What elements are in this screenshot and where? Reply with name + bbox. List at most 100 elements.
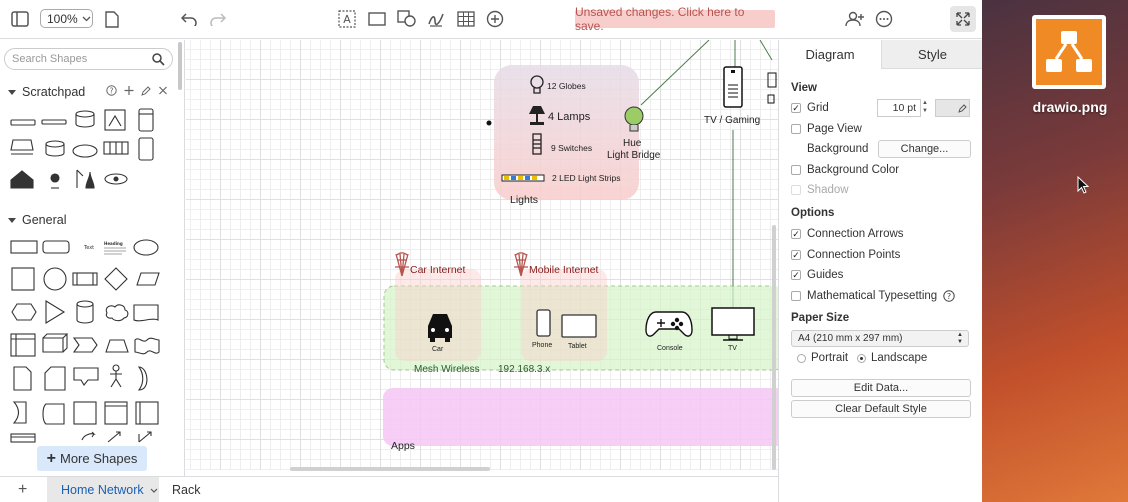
connection-points-label: Connection Points xyxy=(807,249,901,261)
toolbar: 100% A Unsaved changes. Click here to sa… xyxy=(0,0,982,39)
search-shapes-input[interactable]: Search Shapes xyxy=(4,48,173,70)
chevron-down-icon[interactable] xyxy=(150,488,158,493)
lights-group-label: Lights xyxy=(510,194,539,206)
search-placeholder: Search Shapes xyxy=(12,53,88,65)
mouse-cursor-icon xyxy=(1077,176,1089,194)
tab-diagram[interactable]: Diagram xyxy=(779,40,881,69)
scratchpad-shapes[interactable] xyxy=(8,106,168,196)
general-title: General xyxy=(22,213,67,227)
mobile-internet-label: Mobile Internet xyxy=(529,264,599,276)
more-shapes-label: More Shapes xyxy=(60,451,138,466)
redo-icon[interactable] xyxy=(207,8,229,30)
help-icon[interactable]: ? xyxy=(943,290,955,302)
undo-icon[interactable] xyxy=(178,8,200,30)
add-icon[interactable] xyxy=(124,85,134,96)
svg-text:?: ? xyxy=(110,86,114,95)
zoom-dropdown[interactable]: 100% xyxy=(40,9,93,28)
page-view-label: Page View xyxy=(807,123,862,135)
desktop-file-label: drawio.png xyxy=(1032,99,1108,115)
add-page-button[interactable]: + xyxy=(18,481,27,499)
help-icon[interactable]: ? xyxy=(106,85,117,96)
car-icon xyxy=(428,314,452,342)
general-header[interactable]: General xyxy=(8,213,66,227)
more-shapes-button[interactable]: + More Shapes xyxy=(37,446,147,471)
background-color-row: Background Color xyxy=(791,164,899,176)
collapse-toolbar-icon[interactable] xyxy=(950,6,976,32)
shadow-checkbox[interactable] xyxy=(791,185,801,195)
shapes-tool-icon[interactable] xyxy=(396,8,418,30)
tv-label: TV xyxy=(728,345,737,352)
tablet-icon xyxy=(561,314,597,338)
diagram-canvas[interactable]: 12 Globes 4 Lamps 9 Switches 2 LED Light… xyxy=(186,40,778,470)
page-tab-label: Home Network xyxy=(61,483,144,497)
paper-size-select[interactable]: A4 (210 mm x 297 mm) ▲ ▼ xyxy=(791,330,969,347)
freehand-tool-icon[interactable] xyxy=(425,8,447,30)
zoom-value: 100% xyxy=(47,11,78,26)
close-icon[interactable] xyxy=(158,85,168,96)
edit-pencil-icon[interactable] xyxy=(141,85,151,96)
lamps-label: 4 Lamps xyxy=(548,111,591,123)
hue-label-2: Light Bridge xyxy=(607,150,661,161)
shapes-sidebar: Search Shapes Scratchpad ? General Text … xyxy=(0,40,185,476)
select-arrows-icon: ▲ ▼ xyxy=(957,332,963,345)
connection-points-checkbox[interactable]: ✓ xyxy=(791,250,801,260)
page-tabs-bar: + Home Network Rack xyxy=(0,476,778,502)
guides-row: ✓ Guides xyxy=(791,269,843,281)
clear-default-style-button[interactable]: Clear Default Style xyxy=(791,400,971,418)
unsaved-changes-banner[interactable]: Unsaved changes. Click here to save. xyxy=(575,5,775,33)
phone-icon xyxy=(536,309,551,337)
car-internet-label: Car Internet xyxy=(410,264,466,276)
rectangle-tool-icon[interactable] xyxy=(366,8,388,30)
more-options-icon[interactable] xyxy=(873,8,895,30)
text-tool-icon[interactable]: A xyxy=(336,8,358,30)
share-add-user-icon[interactable] xyxy=(843,8,867,30)
page-tab-rack[interactable]: Rack xyxy=(172,483,200,497)
drawio-file-icon[interactable] xyxy=(1032,15,1106,89)
connection-arrows-checkbox[interactable]: ✓ xyxy=(791,229,801,239)
hue-label-1: Hue xyxy=(623,138,642,149)
tab-style[interactable]: Style xyxy=(881,40,982,69)
connection-arrows-label: Connection Arrows xyxy=(807,228,904,240)
page-icon[interactable] xyxy=(102,8,122,30)
landscape-radio[interactable] xyxy=(857,353,866,363)
switches-label: 9 Switches xyxy=(551,143,593,153)
grid-size-input[interactable]: 10 pt xyxy=(877,99,921,117)
view-section-title: View xyxy=(791,82,817,94)
general-shapes[interactable]: Text Heading xyxy=(8,234,168,444)
apps-group[interactable] xyxy=(383,388,778,446)
guides-checkbox[interactable]: ✓ xyxy=(791,270,801,280)
tv-monitor-icon xyxy=(711,307,755,341)
edit-data-button[interactable]: Edit Data... xyxy=(791,379,971,397)
format-panel-toggle-icon[interactable] xyxy=(9,8,31,30)
canvas-horizontal-scrollbar[interactable] xyxy=(290,467,490,471)
sidebar-scrollbar[interactable] xyxy=(178,42,182,90)
paper-size-value: A4 (210 mm x 297 mm) xyxy=(798,333,903,344)
grid-color-picker[interactable] xyxy=(935,99,970,117)
insert-icon[interactable] xyxy=(484,8,506,30)
search-icon xyxy=(152,53,165,66)
change-background-button[interactable]: Change... xyxy=(878,140,971,158)
guides-label: Guides xyxy=(807,269,844,281)
shadow-label: Shadow xyxy=(807,184,849,196)
led-strip-icon xyxy=(501,174,545,182)
math-typesetting-checkbox[interactable] xyxy=(791,291,801,301)
text-shape-sample: Text xyxy=(83,245,94,251)
scratchpad-header[interactable]: Scratchpad xyxy=(8,85,85,99)
grid-checkbox[interactable]: ✓ xyxy=(791,103,801,113)
landscape-option[interactable]: Landscape xyxy=(857,352,927,364)
portrait-radio[interactable] xyxy=(797,353,806,363)
connector-point[interactable] xyxy=(486,120,492,126)
portrait-option[interactable]: Portrait xyxy=(797,352,848,364)
options-section-title: Options xyxy=(791,207,835,219)
table-tool-icon[interactable] xyxy=(455,8,477,30)
desktop-background: drawio.png xyxy=(982,0,1128,502)
grid-row: ✓ Grid xyxy=(791,102,829,114)
page-view-checkbox[interactable] xyxy=(791,124,801,134)
math-typesetting-row: Mathematical Typesetting ? xyxy=(791,290,955,302)
background-color-checkbox[interactable] xyxy=(791,165,801,175)
paper-size-section-title: Paper Size xyxy=(791,312,850,324)
grid-size-stepper[interactable]: ▲ ▼ xyxy=(921,99,929,117)
svg-text:A: A xyxy=(343,13,351,26)
canvas-vertical-scrollbar[interactable] xyxy=(772,225,776,470)
page-tab-home-network[interactable]: Home Network xyxy=(47,477,159,502)
